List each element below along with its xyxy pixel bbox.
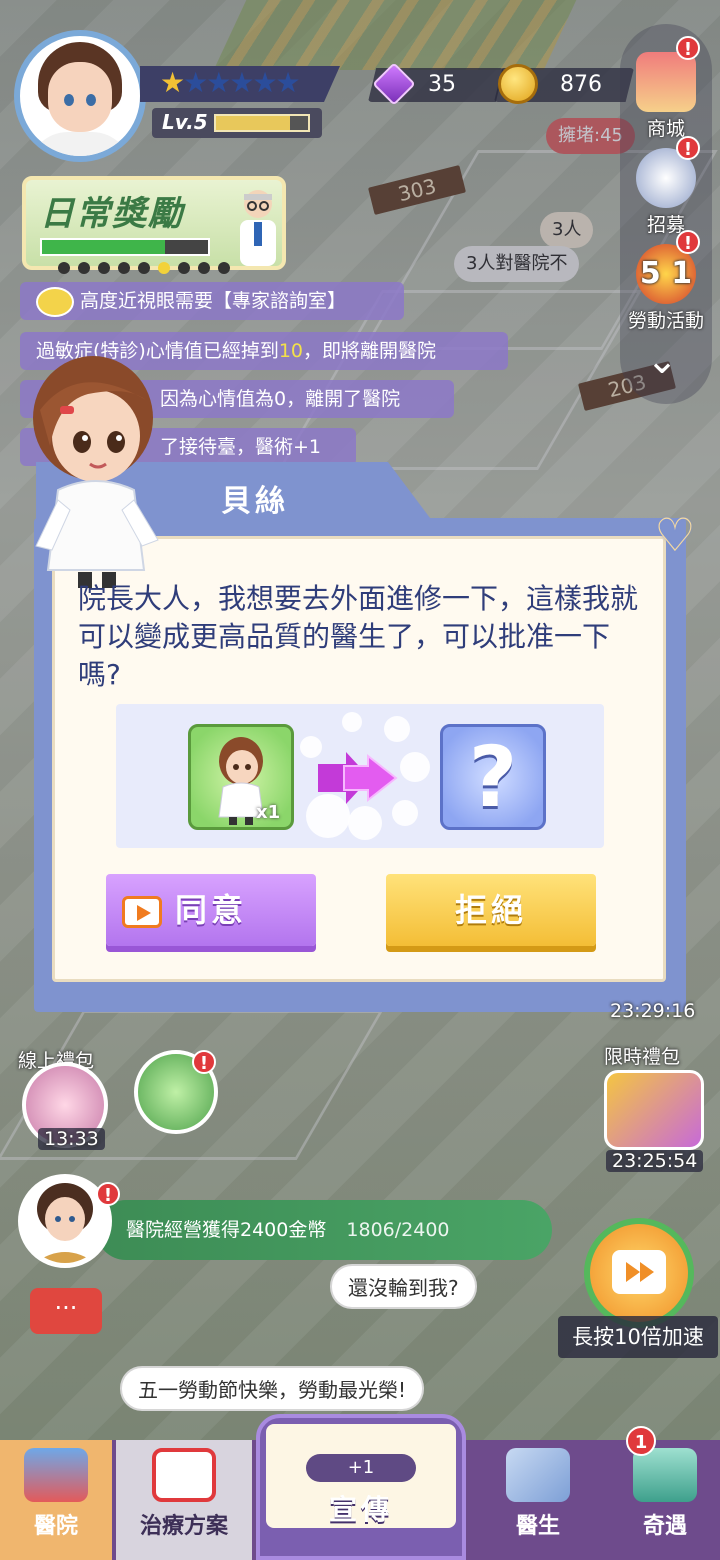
agree-label: 同意 (174, 891, 247, 929)
star-icon: ★ (183, 66, 208, 99)
level-progress-fill (216, 116, 290, 130)
double-arrow-right-icon (318, 752, 398, 804)
tab-hospital[interactable]: 醫院 (0, 1440, 112, 1560)
event-timer: 23:29:16 (610, 1000, 696, 1022)
refuse-label: 拒絕 (454, 891, 527, 929)
task-text: 醫院經營獲得2400金幣 (126, 1219, 327, 1241)
first-aid-kit-icon (152, 1448, 216, 1502)
card-count: x1 (256, 802, 281, 823)
level-label: Lv.5 (162, 110, 208, 134)
star-icon: ★ (229, 66, 254, 99)
labor-event-label: 勞動活動 (627, 310, 704, 332)
tab-label: 治療方案 (139, 1514, 228, 1539)
star-rating: ★★★★★★ (160, 66, 301, 99)
recruit-label: 招募 (646, 214, 685, 236)
tab-adventure[interactable]: 奇遇 (610, 1440, 720, 1560)
shop-label: 商城 (646, 118, 685, 140)
bubble-decoration (342, 712, 362, 732)
patient-speech-bubble: 還沒輪到我? (332, 1266, 475, 1307)
task-progress: 1806/2400 (346, 1219, 450, 1241)
bubble-decoration (384, 716, 410, 742)
tab-treatment[interactable]: 治療方案 (116, 1440, 252, 1560)
star-icon: ★ (206, 66, 231, 99)
star-icon: ★ (160, 66, 185, 99)
shop-icon (636, 52, 696, 112)
doctor-character-portrait (33, 356, 159, 588)
level-progress-bar (214, 114, 310, 132)
tab-label: 奇遇 (642, 1514, 687, 1539)
star-icon: ★ (275, 66, 301, 99)
advisor-avatar-icon (35, 1183, 95, 1263)
daily-reward-dots (58, 262, 230, 274)
daily-reward-title: 日常獎勵 (40, 194, 184, 234)
tab-doctor[interactable]: 醫生 (470, 1440, 606, 1560)
chat-button[interactable]: ··· (30, 1288, 102, 1334)
minion-icon (36, 286, 74, 317)
progress-dot (118, 262, 130, 274)
avatar-eye (64, 94, 74, 106)
hospital-icon (24, 1448, 88, 1502)
online-gift-timer: 13:33 (38, 1128, 105, 1150)
notification-text: 高度近視眼需要【專家諮詢室】 (80, 290, 347, 312)
recruit-button[interactable]: 招募 (620, 148, 712, 237)
bubble-decoration (348, 806, 382, 840)
shop-alert-badge: ! (676, 36, 700, 60)
progress-dot (98, 262, 110, 274)
refuse-button[interactable]: 拒絕 (386, 874, 596, 946)
chevron-down-icon[interactable]: ⌄ (636, 340, 688, 380)
coin-icon (498, 64, 538, 104)
phone-alert-badge: ! (192, 1050, 216, 1074)
doctor-icon (506, 1448, 570, 1502)
notification-text: 因為心情值為0，離開了醫院 (160, 388, 401, 410)
notification-item: 高度近視眼需要【專家諮詢室】 (20, 282, 404, 320)
shop-button[interactable]: 商城 (620, 52, 712, 141)
progress-dot (158, 262, 170, 274)
avatar-face (48, 62, 112, 132)
video-ad-icon (122, 896, 162, 928)
bubble-decoration (400, 752, 430, 782)
progress-dot (218, 262, 230, 274)
advisor-alert-badge: ! (96, 1182, 120, 1206)
notification-value: 10 (278, 340, 304, 362)
notification-text: 了接待臺，醫術+1 (160, 436, 322, 458)
speed-up-label: 長按10倍加速 (558, 1316, 718, 1358)
coin-count: 876 (560, 72, 602, 97)
fast-forward-button[interactable] (584, 1218, 694, 1328)
fast-forward-icon (612, 1250, 666, 1294)
star-icon: ★ (252, 66, 277, 99)
avatar-eye (86, 94, 96, 106)
player-avatar[interactable] (14, 30, 146, 162)
daily-reward-progress-fill (42, 240, 165, 254)
progress-dot (78, 262, 90, 274)
progress-dot (138, 262, 150, 274)
limited-gift-timer: 23:25:54 (606, 1150, 704, 1172)
daily-reward-progress (40, 238, 210, 256)
recruit-alert-badge: ! (676, 136, 700, 160)
labor-event-alert-badge: ! (676, 230, 700, 254)
gem-count: 35 (428, 72, 456, 97)
dialog-message: 院長大人，我想要去外面進修一下，這樣我就可以變成更高品質的醫生了，可以批准一下嗎… (78, 582, 639, 691)
promotion-reward: +1 (306, 1454, 416, 1482)
notification-text: ，即將離開醫院 (303, 340, 437, 362)
progress-dot (178, 262, 190, 274)
tab-label: 醫生 (515, 1514, 560, 1539)
limited-gift-label: 限時禮包 (604, 1046, 681, 1068)
heart-icon: ♡ (654, 508, 696, 562)
progress-dot (198, 262, 210, 274)
tab-label: 宣傳 (328, 1493, 393, 1526)
progress-dot (58, 262, 70, 274)
daily-reward-panel[interactable]: 日常獎勵 (22, 176, 286, 274)
task-progress-bar[interactable]: 醫院經營獲得2400金幣 1806/2400 (96, 1200, 552, 1260)
adventure-count-badge: 1 (626, 1426, 656, 1456)
tab-label: 醫院 (33, 1514, 78, 1539)
doctor-portrait-icon (240, 190, 276, 266)
npc-speech-bubble: 五一勞動節快樂，勞動最光榮! (122, 1368, 423, 1409)
limited-gift-button[interactable] (604, 1070, 704, 1150)
labor-event-button[interactable]: 5 1 勞動活動 (620, 244, 712, 333)
mystery-doctor-card: ? (440, 724, 546, 830)
